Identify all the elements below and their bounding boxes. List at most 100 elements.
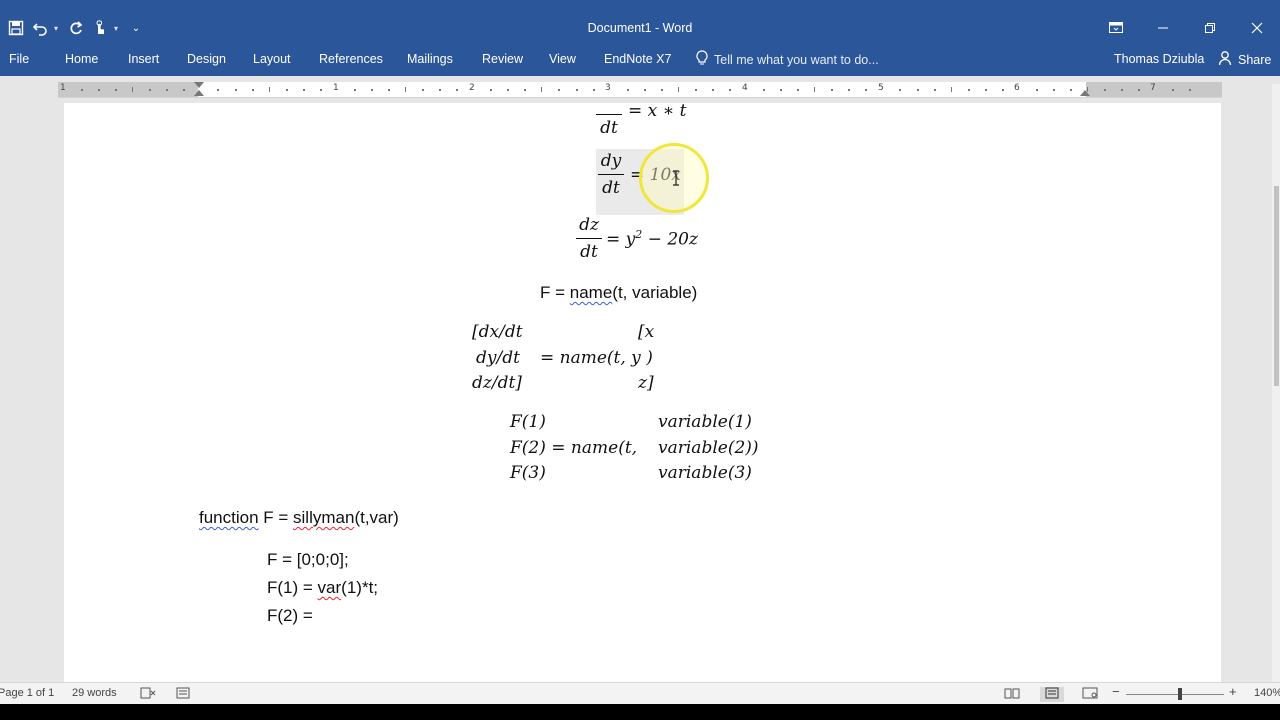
ruler-tick bbox=[319, 89, 322, 91]
ruler-tick bbox=[149, 89, 152, 91]
matrix-equation-1[interactable]: [dx/dt [x dy/dt = name(t, y ) dz/dt] z] bbox=[472, 322, 672, 402]
ruler-tick bbox=[677, 87, 679, 92]
zoom-out-button[interactable]: − bbox=[1112, 684, 1120, 699]
ruler-tick bbox=[916, 89, 919, 91]
ruler-tick bbox=[899, 89, 902, 91]
tab-mailings[interactable]: Mailings bbox=[407, 52, 453, 66]
minimize-icon[interactable] bbox=[1139, 16, 1186, 40]
code-line-1[interactable]: F = [0;0;0]; bbox=[267, 550, 349, 570]
ruler-tick bbox=[490, 89, 493, 91]
fraction: dy dt bbox=[598, 148, 624, 201]
zoom-in-button[interactable]: + bbox=[1229, 684, 1237, 699]
matrix-cell: variable(1) bbox=[658, 412, 752, 432]
equation-dzdt[interactable]: dz dt = y2 − 20z bbox=[576, 212, 726, 268]
zoom-slider-thumb[interactable] bbox=[1178, 688, 1182, 700]
ruler-number: 7 bbox=[1150, 83, 1156, 93]
ruler-tick bbox=[814, 87, 816, 92]
tab-design[interactable]: Design bbox=[187, 52, 226, 66]
window-controls bbox=[1092, 16, 1280, 40]
word-count[interactable]: 29 words bbox=[72, 687, 117, 699]
matrix-cell: [x bbox=[638, 322, 655, 342]
text-run: (t,var) bbox=[354, 508, 399, 527]
grammar-flagged-word: name bbox=[569, 283, 613, 302]
ruler-tick bbox=[626, 89, 629, 91]
text-run: F = bbox=[258, 508, 294, 527]
fraction: dz dt bbox=[576, 212, 602, 265]
ruler-tick bbox=[848, 89, 851, 91]
zoom-level[interactable]: 140% bbox=[1254, 687, 1280, 699]
tab-file[interactable]: File bbox=[9, 52, 29, 66]
ruler-number: 1 bbox=[60, 83, 66, 93]
text-run: F = bbox=[540, 283, 570, 302]
print-layout-icon[interactable] bbox=[1040, 687, 1064, 702]
tab-references[interactable]: References bbox=[319, 52, 383, 66]
ruler-tick bbox=[541, 87, 543, 92]
matrix-cell: variable(3) bbox=[658, 463, 752, 483]
ruler-number: 6 bbox=[1014, 83, 1020, 93]
ruler-tick bbox=[1001, 89, 1004, 91]
page-count[interactable]: Page 1 of 1 bbox=[0, 687, 54, 699]
code-function-line[interactable]: function F = sillyman(t,var) bbox=[199, 508, 399, 528]
ruler-tick bbox=[524, 89, 527, 91]
restore-icon[interactable] bbox=[1186, 16, 1233, 40]
matrix-equation-2[interactable]: F(1) variable(1) F(2) = name(t, variable… bbox=[510, 412, 790, 492]
status-bar: Page 1 of 1 29 words − + 140% bbox=[0, 682, 1280, 704]
ruler-tick bbox=[98, 89, 101, 91]
ruler-tick bbox=[711, 89, 714, 91]
spelling-flagged-word: var bbox=[317, 578, 342, 597]
user-name[interactable]: Thomas Dziubla bbox=[1114, 52, 1204, 66]
ruler-tick bbox=[984, 89, 987, 91]
web-layout-icon[interactable] bbox=[1082, 687, 1098, 702]
code-line-3[interactable]: F(2) = bbox=[267, 606, 313, 626]
matrix-cell: = name(t, y ) bbox=[540, 348, 653, 368]
ruler-tick bbox=[1035, 89, 1038, 91]
ruler-tick bbox=[1172, 89, 1175, 91]
share-button[interactable]: Share bbox=[1218, 50, 1271, 69]
tab-layout[interactable]: Layout bbox=[253, 52, 291, 66]
equation-rhs: = y2 − 20z bbox=[606, 228, 698, 250]
matrix-cell: z] bbox=[638, 373, 654, 393]
equation-rhs-pre: = y bbox=[606, 229, 636, 250]
ruler-tick bbox=[1087, 87, 1088, 92]
read-mode-icon[interactable] bbox=[1004, 687, 1020, 702]
ruler-tick bbox=[217, 89, 220, 91]
tab-review[interactable]: Review bbox=[482, 52, 523, 66]
title-bar: ▾ ▾ ⌄ Document1 - Word bbox=[0, 0, 1280, 42]
ruler-tick bbox=[763, 89, 766, 91]
proofing-icon[interactable] bbox=[140, 687, 156, 702]
tab-insert[interactable]: Insert bbox=[128, 52, 159, 66]
tab-endnote[interactable]: EndNote X7 bbox=[604, 52, 671, 66]
ruler-tick bbox=[660, 89, 663, 91]
fraction-denominator: dt bbox=[580, 242, 598, 262]
ruler-tick bbox=[234, 89, 237, 91]
matrix-cell: dy/dt bbox=[476, 348, 520, 368]
hanging-indent-marker[interactable] bbox=[194, 90, 204, 96]
equation-dxdt[interactable]: x dt = x ∗ t bbox=[596, 100, 696, 138]
zoom-slider[interactable] bbox=[1126, 694, 1224, 695]
ruler-tick bbox=[575, 89, 578, 91]
tell-me-search[interactable]: Tell me what you want to do... bbox=[696, 50, 879, 69]
ruler-tick bbox=[1121, 89, 1124, 91]
close-icon[interactable] bbox=[1233, 16, 1280, 40]
ruler-tick bbox=[967, 89, 970, 91]
tell-me-placeholder: Tell me what you want to do... bbox=[714, 52, 879, 67]
ruler-tick bbox=[439, 89, 442, 91]
function-definition-line[interactable]: F = name(t, variable) bbox=[540, 283, 697, 303]
share-label: Share bbox=[1238, 52, 1272, 67]
horizontal-ruler[interactable]: 1 1 2 3 4 5 6 7 bbox=[58, 82, 1222, 98]
right-indent-marker[interactable] bbox=[1080, 90, 1090, 96]
ruler-tick bbox=[115, 89, 118, 91]
macro-record-icon[interactable] bbox=[176, 687, 190, 702]
share-person-icon bbox=[1218, 50, 1234, 69]
scrollbar-thumb[interactable] bbox=[1274, 186, 1279, 386]
ruler-tick bbox=[865, 89, 868, 91]
matrix-cell: F(2) = name(t, bbox=[510, 438, 638, 458]
text-run: (1)*t; bbox=[341, 578, 379, 597]
first-line-indent-marker[interactable] bbox=[194, 82, 204, 88]
code-line-2[interactable]: F(1) = var(1)*t; bbox=[267, 578, 378, 598]
tab-home[interactable]: Home bbox=[65, 52, 98, 66]
ribbon-display-options-icon[interactable] bbox=[1092, 16, 1139, 40]
matrix-cell: dz/dt] bbox=[472, 373, 522, 393]
tab-view[interactable]: View bbox=[549, 52, 576, 66]
grammar-flagged-word: function bbox=[199, 508, 259, 527]
